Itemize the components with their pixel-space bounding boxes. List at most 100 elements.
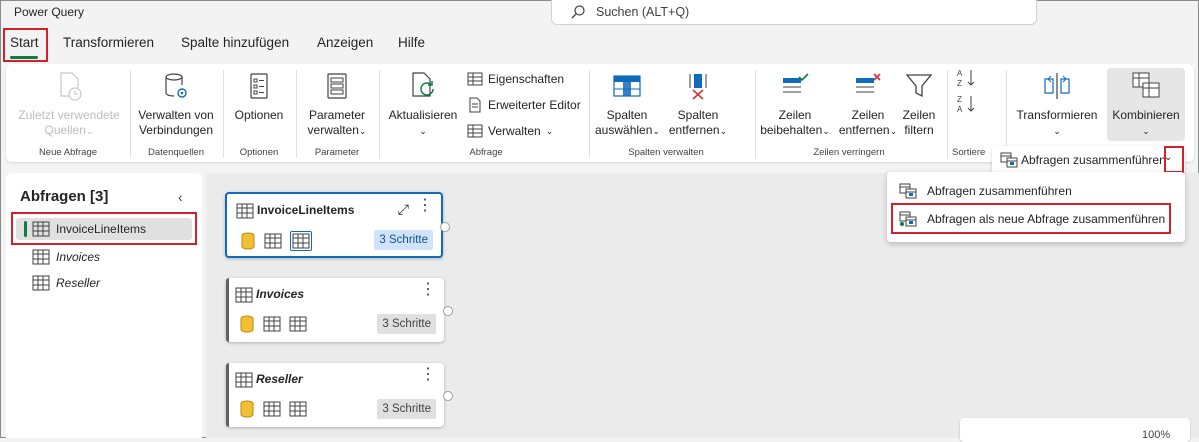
tab-transformieren[interactable]: Transformieren [63,35,154,50]
advanced-editor-button[interactable]: Erweiterter Editor [467,95,581,115]
combine-label: Kombinieren [1112,108,1180,122]
merge-queries-icon [899,183,917,199]
keep-rows-label-1: Zeilen [778,108,812,122]
table-icon [32,249,50,265]
query-item-label: Invoices [56,250,101,264]
filter-rows-button[interactable]: Zeilen filtern [898,70,940,138]
title-bar: Power Query Suchen (ALT+Q) [0,0,1199,26]
recent-sources-label-2: Quellen [44,123,86,137]
combine-button-content[interactable]: Kombinieren ⌄ [1107,70,1185,139]
sort-descending-button[interactable]: ZA [956,94,978,114]
tab-hilfe[interactable]: Hilfe [398,35,425,50]
query-card-invoicelineitems[interactable]: InvoiceLineItems ⤢ ⋮ 3 Schritte [225,192,450,258]
zoom-level[interactable]: 100% [1142,429,1170,441]
card-title: Reseller [256,372,303,386]
group-label-sortieren: Sortiere [952,147,986,158]
query-item-invoices[interactable]: Invoices [16,246,192,268]
transform-button[interactable]: Transformieren ⌄ [1010,70,1104,139]
manage-query-button[interactable]: Verwalten ⌄ [467,121,553,141]
query-item-label: Reseller [56,276,101,290]
svg-text:A: A [957,105,963,114]
sort-ascending-button[interactable]: AZ [956,68,978,88]
menu-item-merge-queries[interactable]: Abfragen zusammenführen [895,178,1175,204]
more-options-icon[interactable]: ⋮ [417,198,433,214]
output-port[interactable] [443,391,453,401]
manage-connections-button[interactable]: Verwalten von Verbindungen [132,70,220,138]
query-card-invoices[interactable]: Invoices ⋮ 3 Schritte [226,278,453,342]
output-port[interactable] [443,306,453,316]
table-icon [32,275,50,291]
step-table-icon [289,316,307,332]
manage-parameters-label-1: Parameter [308,108,366,122]
remove-rows-label-1: Zeilen [851,108,885,122]
refresh-icon [412,72,434,97]
manage-parameters-button[interactable]: Parameter verwalten⌄ [298,70,376,139]
merge-queries-icon [1000,152,1018,168]
table-icon [236,203,254,219]
manage-parameters-label-2: verwalten [307,123,359,137]
source-database-icon [240,315,254,333]
group-label-optionen: Optionen [239,147,279,158]
svg-text:A: A [957,69,963,78]
choose-columns-label-1: Spalten [606,108,648,122]
sort-descending-icon: ZA [957,95,975,114]
output-port[interactable] [440,222,450,232]
manage-table-icon [467,124,483,138]
tab-spalte-hinzufuegen[interactable]: Spalte hinzufügen [181,35,289,50]
search-box[interactable]: Suchen (ALT+Q) [551,0,1037,25]
steps-badge[interactable]: 3 Schritte [377,314,436,334]
manage-connections-label-1: Verwalten von [138,108,214,122]
database-gear-icon [165,73,187,98]
remove-columns-label-2: entfernen [668,123,720,137]
more-options-icon[interactable]: ⋮ [420,367,436,383]
svg-text:Z: Z [957,79,962,88]
group-label-abfrage: Abfrage [469,147,503,158]
ribbon-tabs: Start Transformieren Spalte hinzufügen A… [0,30,600,60]
properties-button[interactable]: Eigenschaften [467,69,564,89]
remove-columns-button[interactable]: Spalten entfernen⌄ [664,70,732,139]
app-title: Power Query [14,5,85,19]
menu-item-label: Abfragen zusammenführen [927,184,1072,198]
ribbon-separator [755,70,756,158]
remove-rows-icon [856,73,881,93]
options-button[interactable]: Optionen [225,70,293,123]
keep-rows-button[interactable]: Zeilen beibehalten⌄ [758,70,832,139]
refresh-label: Aktualisieren [388,108,458,122]
selected-step-table-icon[interactable] [290,231,312,251]
query-card-reseller[interactable]: Reseller ⋮ 3 Schritte [226,363,453,427]
choose-columns-button[interactable]: Spalten auswählen⌄ [595,70,660,139]
advanced-editor-label: Erweiterter Editor [488,98,581,112]
manage-connections-label-2: Verbindungen [138,123,214,137]
expand-icon[interactable]: ⤢ [398,201,409,218]
source-database-icon [240,400,254,418]
table-icon [235,372,253,388]
refresh-button[interactable]: Aktualisieren ⌄ [384,70,462,139]
steps-badge[interactable]: 3 Schritte [374,230,433,250]
merge-queries-label: Abfragen zusammenführen [1021,153,1166,167]
more-options-icon[interactable]: ⋮ [420,282,436,298]
remove-rows-label-2: entfernen [838,123,890,137]
remove-rows-button[interactable]: Zeilen entfernen⌄ [836,70,900,139]
card-step-icons [239,400,307,418]
manage-query-label: Verwalten [488,124,541,138]
filter-rows-label-1: Zeilen [902,108,936,122]
ribbon-separator [296,70,297,158]
combine-tables-icon [1132,72,1160,98]
query-item-reseller[interactable]: Reseller [16,272,192,294]
remove-columns-icon [689,74,707,100]
queries-pane-title: Abfragen [3] [20,188,109,205]
remove-columns-label-1: Spalten [677,108,719,122]
advanced-editor-icon [469,97,481,113]
group-label-neue-abfrage: Neue Abfrage [38,147,98,158]
parameters-icon [327,73,347,99]
steps-badge[interactable]: 3 Schritte [377,399,436,419]
ribbon-separator [223,70,224,158]
choose-columns-icon [613,75,641,97]
merge-queries-split-button[interactable]: Abfragen zusammenführen ⌄ [992,146,1185,174]
recent-sources-button[interactable]: Zuletzt verwendete Quellen⌄ [10,70,128,139]
properties-label: Eigenschaften [488,72,565,86]
collapse-chevron-icon[interactable]: ‹ [178,189,183,205]
navigation-table-icon [264,233,282,249]
tab-anzeigen[interactable]: Anzeigen [317,35,373,50]
choose-columns-label-2: auswählen [595,123,653,137]
